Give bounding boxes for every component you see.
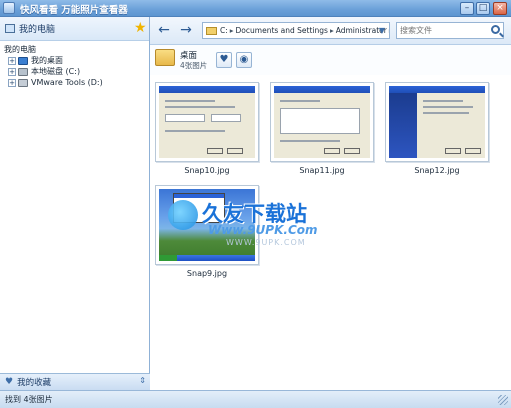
thumbnail-item[interactable]: Snap9.jpg <box>155 185 259 278</box>
search-box <box>396 22 504 39</box>
tree-item-my-desktop[interactable]: + 我的桌面 <box>4 55 149 66</box>
thumbnail-item[interactable]: Snap11.jpg <box>270 82 374 175</box>
computer-icon <box>5 24 15 33</box>
folder-image-count: 4张图片 <box>180 61 208 70</box>
thumbnail-caption: Snap12.jpg <box>414 166 460 175</box>
tree-item-local-disk-c[interactable]: + 本地磁盘 (C:) <box>4 66 149 77</box>
collapse-icon[interactable]: ⇕ <box>139 376 146 385</box>
thumbnail-image <box>159 86 255 158</box>
address-dropdown-icon[interactable]: ▼ <box>374 22 390 39</box>
breadcrumb-drive[interactable]: C: <box>220 26 228 35</box>
toolbar: ← → C: ▸ Documents and Settings ▸ Admini… <box>150 17 511 45</box>
resize-grip-icon[interactable] <box>498 395 508 405</box>
sidebar-header[interactable]: 我的电脑 <box>0 17 149 41</box>
thumbnail-item[interactable]: Snap12.jpg <box>385 82 489 175</box>
thumbnail-item[interactable]: Snap10.jpg <box>155 82 259 175</box>
folder-icon <box>206 26 217 35</box>
desktop-icon <box>18 56 28 65</box>
search-icon[interactable] <box>491 25 500 34</box>
favorites-panel-header[interactable]: ♥ 我的收藏 ⇕ <box>0 373 150 390</box>
tree-item-label: 我的桌面 <box>31 56 63 65</box>
forward-button[interactable]: → <box>178 23 194 39</box>
title-bar: 快风看看 万能照片查看器 – □ × <box>0 0 511 17</box>
folder-icon <box>155 49 175 66</box>
status-bar: 找到 4张图片 <box>0 390 511 408</box>
thumbnail-frame[interactable] <box>155 82 259 162</box>
folder-header: 桌面 4张图片 ♥ ◉ <box>150 45 511 75</box>
back-button[interactable]: ← <box>156 23 172 39</box>
heart-icon: ♥ <box>5 377 14 387</box>
tree-item-vmware-tools-d[interactable]: + VMware Tools (D:) <box>4 77 149 88</box>
tree-item-label: 本地磁盘 (C:) <box>31 67 81 76</box>
view-button[interactable]: ◉ <box>236 52 252 68</box>
maximize-button[interactable]: □ <box>476 2 490 15</box>
breadcrumb-separator: ▸ <box>329 26 334 35</box>
address-bar[interactable]: C: ▸ Documents and Settings ▸ Administra… <box>202 22 390 39</box>
expand-icon[interactable]: + <box>8 78 16 87</box>
tree-item-my-computer[interactable]: 我的电脑 <box>4 44 149 55</box>
thumbnail-frame[interactable] <box>385 82 489 162</box>
content-area: 桌面 4张图片 ♥ ◉ Snap10.jpg Snap11.jpg Snap12… <box>150 45 511 390</box>
thumbnail-caption: Snap11.jpg <box>299 166 345 175</box>
thumbnail-frame[interactable] <box>270 82 374 162</box>
star-icon[interactable]: ★ <box>134 21 147 35</box>
app-icon <box>3 2 15 14</box>
close-button[interactable]: × <box>493 2 507 15</box>
network-drive-icon <box>18 78 28 87</box>
thumbnail-frame[interactable] <box>155 185 259 265</box>
eye-icon: ◉ <box>239 54 249 65</box>
status-text: 找到 4张图片 <box>5 395 53 404</box>
add-favorite-button[interactable]: ♥ <box>216 52 232 68</box>
minimize-button[interactable]: – <box>460 2 474 15</box>
thumbnail-caption: Snap10.jpg <box>184 166 230 175</box>
folder-tree: 我的电脑 + 我的桌面 + 本地磁盘 (C:) + VMware Tools (… <box>0 41 149 88</box>
thumbnail-image <box>274 86 370 158</box>
sidebar-header-label: 我的电脑 <box>19 25 56 35</box>
breadcrumb-separator: ▸ <box>229 26 234 35</box>
thumbnail-image <box>389 86 485 158</box>
breadcrumb-documents[interactable]: Documents and Settings <box>236 26 328 35</box>
expand-icon[interactable]: + <box>8 67 16 76</box>
sidebar: 我的电脑 ★ 我的电脑 + 我的桌面 + 本地磁盘 (C:) + VMware … <box>0 17 150 390</box>
window-title: 快风看看 万能照片查看器 <box>20 5 128 16</box>
expand-icon[interactable]: + <box>8 56 16 65</box>
tree-item-label: 我的电脑 <box>4 45 36 54</box>
drive-icon <box>18 67 28 76</box>
search-input[interactable] <box>397 23 483 38</box>
heart-icon: ♥ <box>219 54 229 65</box>
thumbnail-image <box>159 189 255 261</box>
tree-item-label: VMware Tools (D:) <box>31 78 103 87</box>
favorites-label: 我的收藏 <box>17 378 52 388</box>
thumbnail-caption: Snap9.jpg <box>186 269 228 278</box>
